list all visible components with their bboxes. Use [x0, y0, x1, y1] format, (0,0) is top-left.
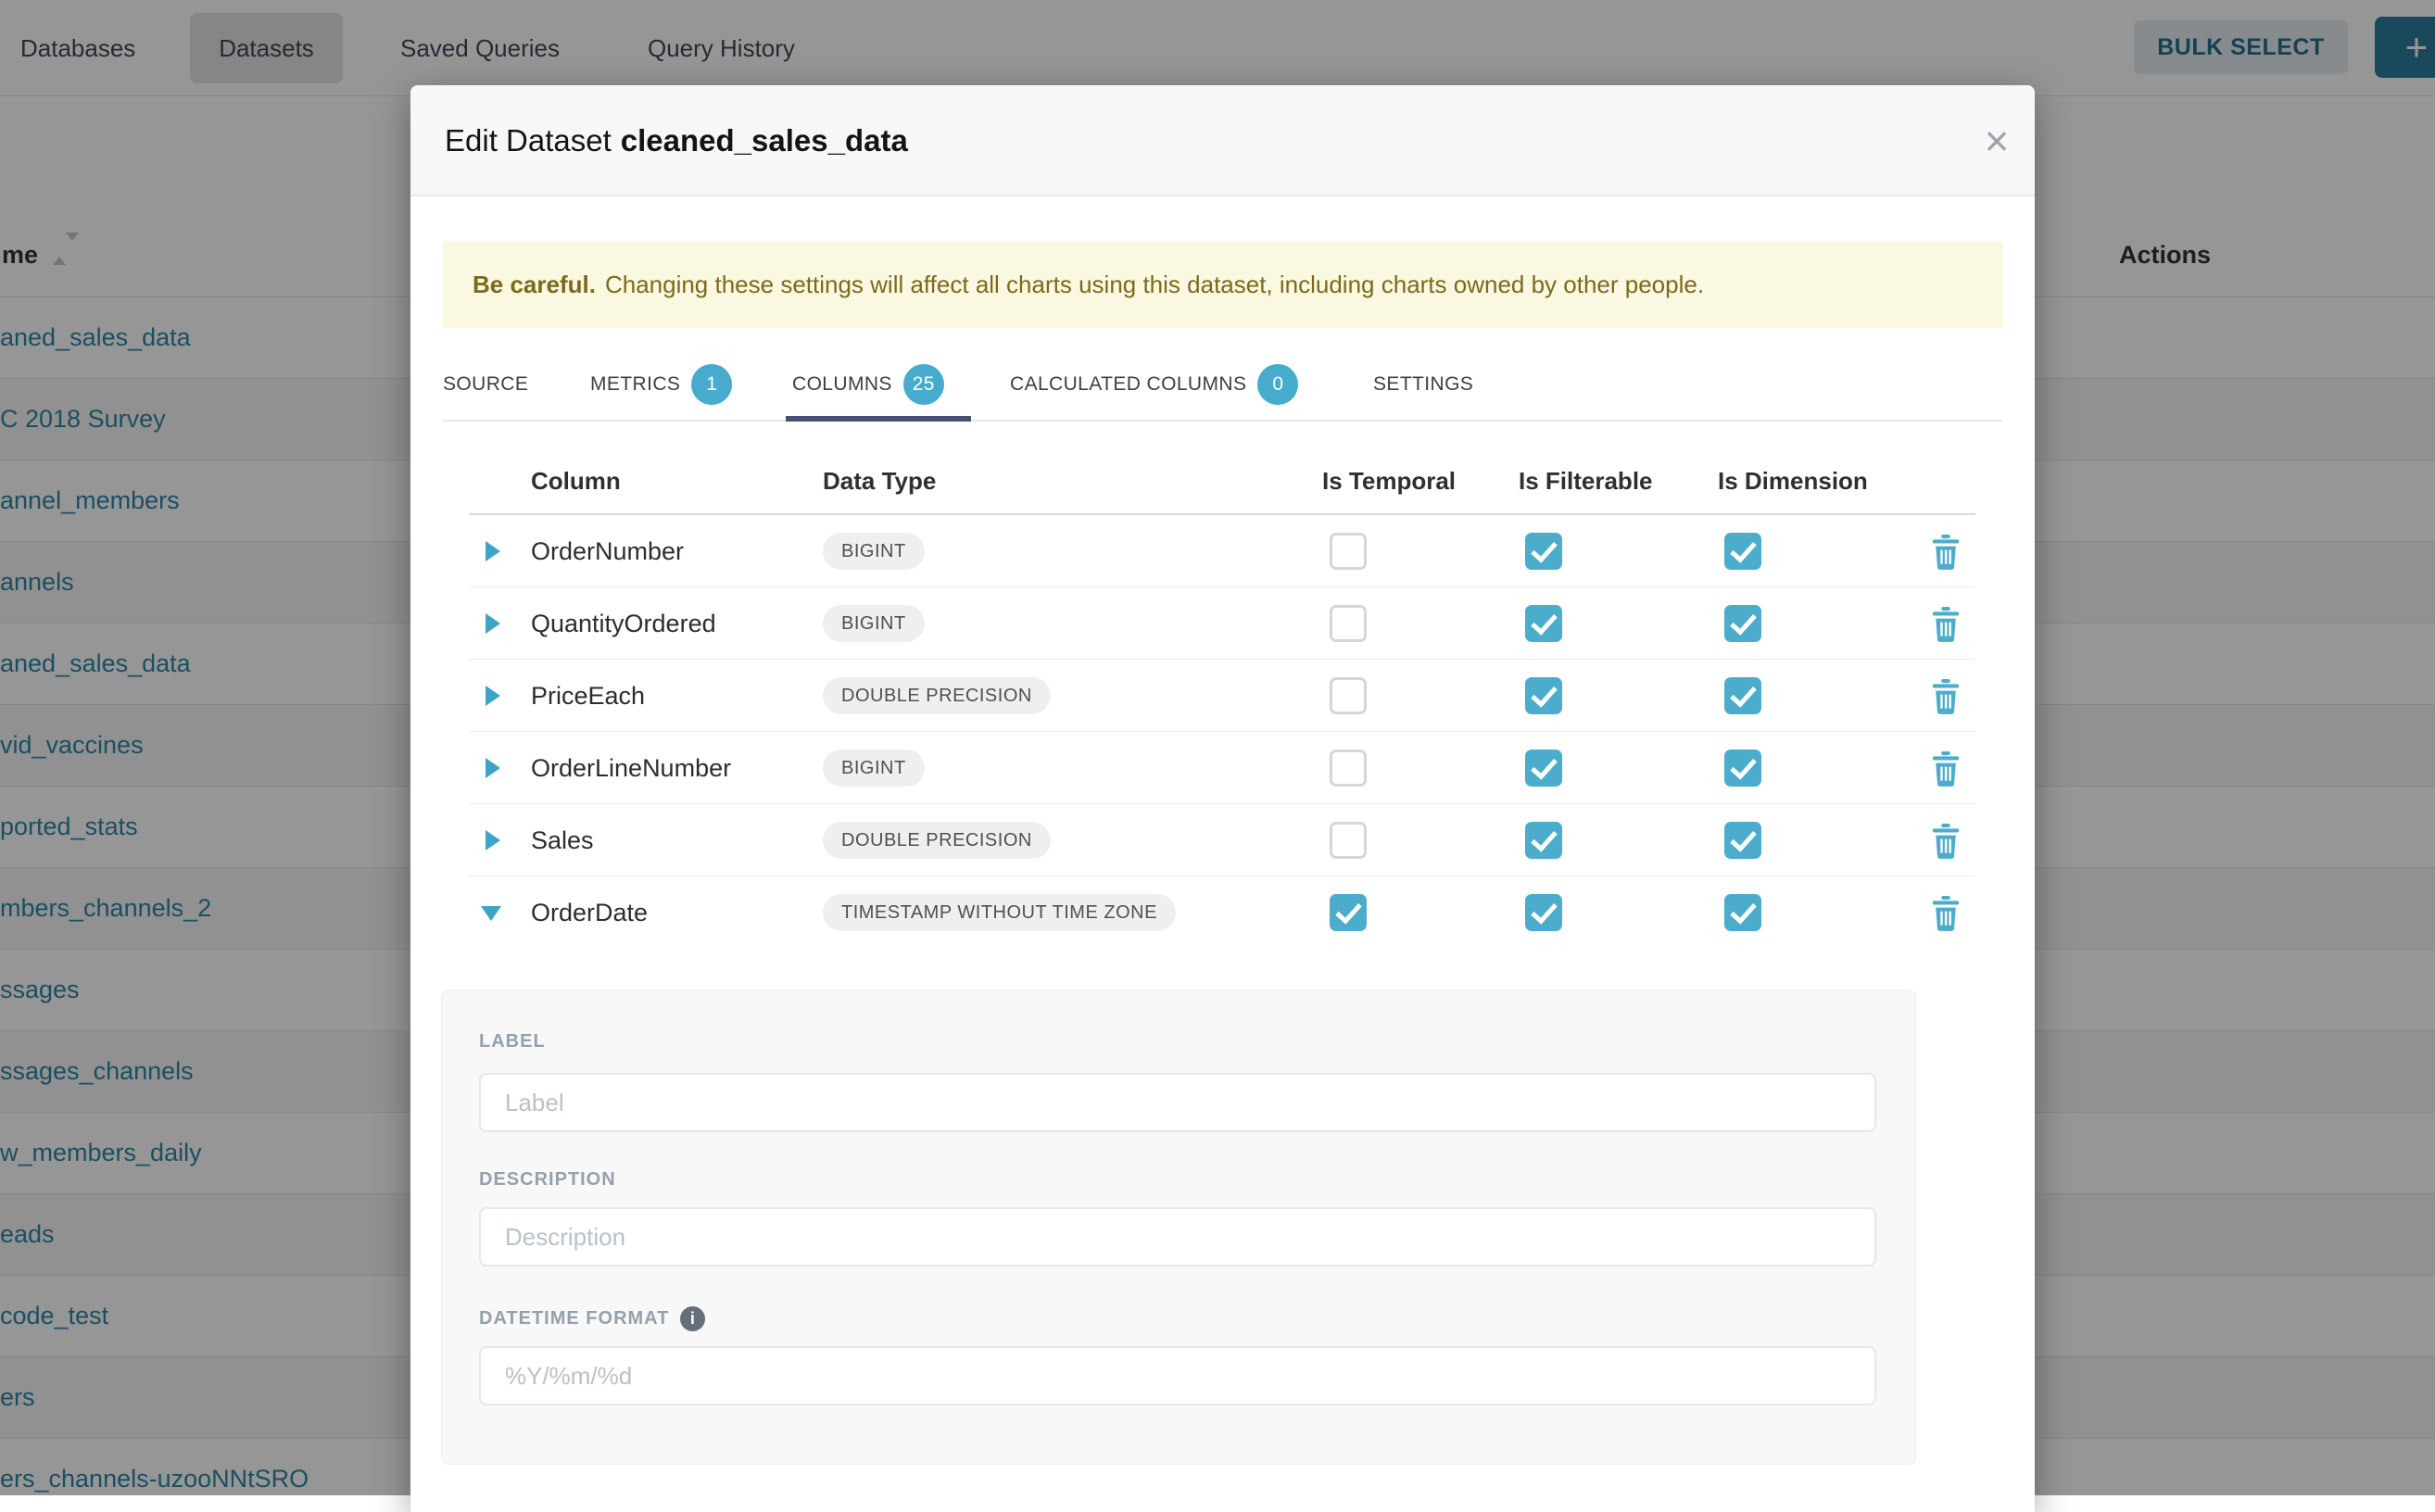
- modal-title-prefix: Edit Dataset: [445, 123, 612, 158]
- is-filterable-header: Is Filterable: [1519, 447, 1653, 515]
- tab-label: COLUMNS: [792, 373, 892, 396]
- datetime-format-label: DATETIME FORMAT: [479, 1308, 669, 1329]
- expand-caret-icon[interactable]: [486, 686, 500, 706]
- is-dimension-checkbox[interactable]: [1724, 605, 1761, 642]
- column-row: OrderLineNumber BIGINT: [469, 732, 1975, 804]
- modal-tabs: SOURCE METRICS 1 COLUMNS 25 CALCULATED C…: [443, 348, 2002, 422]
- is-dimension-checkbox[interactable]: [1724, 822, 1761, 859]
- delete-column-icon[interactable]: [1930, 679, 1962, 714]
- info-icon[interactable]: [680, 1306, 705, 1331]
- column-name: PriceEach: [531, 660, 645, 732]
- is-dimension-header: Is Dimension: [1718, 447, 1868, 515]
- data-type-header: Data Type: [823, 447, 936, 515]
- modal-title: Edit Dataset cleaned_sales_data: [445, 85, 908, 196]
- column-row: PriceEach DOUBLE PRECISION: [469, 660, 1975, 732]
- is-filterable-checkbox[interactable]: [1525, 750, 1562, 787]
- tab-label: CALCULATED COLUMNS: [1010, 373, 1246, 396]
- data-type-pill: BIGINT: [823, 533, 925, 570]
- is-dimension-checkbox[interactable]: [1724, 894, 1761, 931]
- expand-caret-icon[interactable]: [486, 758, 500, 778]
- description-input[interactable]: [479, 1207, 1876, 1266]
- label-input[interactable]: [479, 1073, 1876, 1132]
- is-filterable-checkbox[interactable]: [1525, 677, 1562, 714]
- warning-bold-text: Be careful.: [473, 271, 596, 299]
- column-editor-panel: LABEL DESCRIPTION DATETIME FORMAT: [441, 989, 1916, 1465]
- delete-column-icon[interactable]: [1930, 535, 1962, 570]
- is-temporal-checkbox[interactable]: [1330, 605, 1367, 642]
- expand-caret-icon[interactable]: [486, 541, 500, 561]
- active-tab-indicator: [786, 416, 971, 422]
- column-row: QuantityOrdered BIGINT: [469, 587, 1975, 660]
- tab-label: SETTINGS: [1373, 373, 1473, 396]
- column-row-expanded: OrderDate TIMESTAMP WITHOUT TIME ZONE: [469, 876, 1975, 949]
- is-temporal-checkbox[interactable]: [1330, 677, 1367, 714]
- columns-table-header: Column Data Type Is Temporal Is Filterab…: [469, 447, 1975, 515]
- label-section-title: LABEL: [479, 1031, 546, 1052]
- warning-text: Changing these settings will affect all …: [605, 271, 1704, 299]
- column-name: OrderLineNumber: [531, 732, 731, 804]
- modal-header: Edit Dataset cleaned_sales_data ×: [410, 85, 2035, 196]
- column-row: Sales DOUBLE PRECISION: [469, 804, 1975, 876]
- is-temporal-header: Is Temporal: [1322, 447, 1456, 515]
- tab-calculated-columns[interactable]: CALCULATED COLUMNS 0: [1010, 348, 1298, 420]
- is-filterable-checkbox[interactable]: [1525, 822, 1562, 859]
- metrics-count-badge: 1: [691, 364, 732, 405]
- delete-column-icon[interactable]: [1930, 896, 1962, 931]
- is-filterable-checkbox[interactable]: [1525, 894, 1562, 931]
- tab-source[interactable]: SOURCE: [443, 348, 528, 420]
- column-header: Column: [531, 447, 621, 515]
- columns-count-badge: 25: [903, 364, 944, 405]
- modal-title-dataset-name: cleaned_sales_data: [621, 123, 908, 158]
- is-temporal-checkbox[interactable]: [1330, 533, 1367, 570]
- is-temporal-checkbox[interactable]: [1330, 750, 1367, 787]
- column-row: OrderNumber BIGINT: [469, 515, 1975, 587]
- tab-settings[interactable]: SETTINGS: [1373, 348, 1473, 420]
- close-icon[interactable]: ×: [1960, 85, 2034, 196]
- datetime-format-input[interactable]: [479, 1346, 1876, 1405]
- delete-column-icon[interactable]: [1930, 824, 1962, 859]
- column-name: Sales: [531, 804, 594, 876]
- column-name: OrderNumber: [531, 515, 684, 587]
- expand-caret-icon[interactable]: [486, 830, 500, 850]
- is-filterable-checkbox[interactable]: [1525, 533, 1562, 570]
- delete-column-icon[interactable]: [1930, 607, 1962, 642]
- is-filterable-checkbox[interactable]: [1525, 605, 1562, 642]
- is-temporal-checkbox[interactable]: [1330, 822, 1367, 859]
- column-name: QuantityOrdered: [531, 587, 716, 660]
- expand-caret-icon[interactable]: [486, 613, 500, 634]
- data-type-pill: DOUBLE PRECISION: [823, 677, 1051, 714]
- description-section-title: DESCRIPTION: [479, 1169, 616, 1191]
- calculated-columns-count-badge: 0: [1257, 364, 1298, 405]
- tab-columns[interactable]: COLUMNS 25: [792, 348, 944, 420]
- data-type-pill: BIGINT: [823, 605, 925, 642]
- delete-column-icon[interactable]: [1930, 751, 1962, 787]
- column-name: OrderDate: [531, 876, 648, 949]
- edit-dataset-modal: Edit Dataset cleaned_sales_data × Be car…: [410, 85, 2035, 1512]
- is-dimension-checkbox[interactable]: [1724, 750, 1761, 787]
- is-dimension-checkbox[interactable]: [1724, 533, 1761, 570]
- data-type-pill: DOUBLE PRECISION: [823, 822, 1051, 859]
- is-dimension-checkbox[interactable]: [1724, 677, 1761, 714]
- is-temporal-checkbox[interactable]: [1330, 894, 1367, 931]
- tab-label: METRICS: [590, 373, 680, 396]
- collapse-caret-icon[interactable]: [481, 906, 501, 921]
- data-type-pill: TIMESTAMP WITHOUT TIME ZONE: [823, 894, 1176, 931]
- tab-label: SOURCE: [443, 373, 528, 396]
- tab-metrics[interactable]: METRICS 1: [590, 348, 732, 420]
- datetime-format-section-title: DATETIME FORMAT: [479, 1306, 705, 1331]
- columns-table: Column Data Type Is Temporal Is Filterab…: [469, 447, 1975, 949]
- warning-banner: Be careful. Changing these settings will…: [443, 241, 2003, 328]
- data-type-pill: BIGINT: [823, 750, 925, 787]
